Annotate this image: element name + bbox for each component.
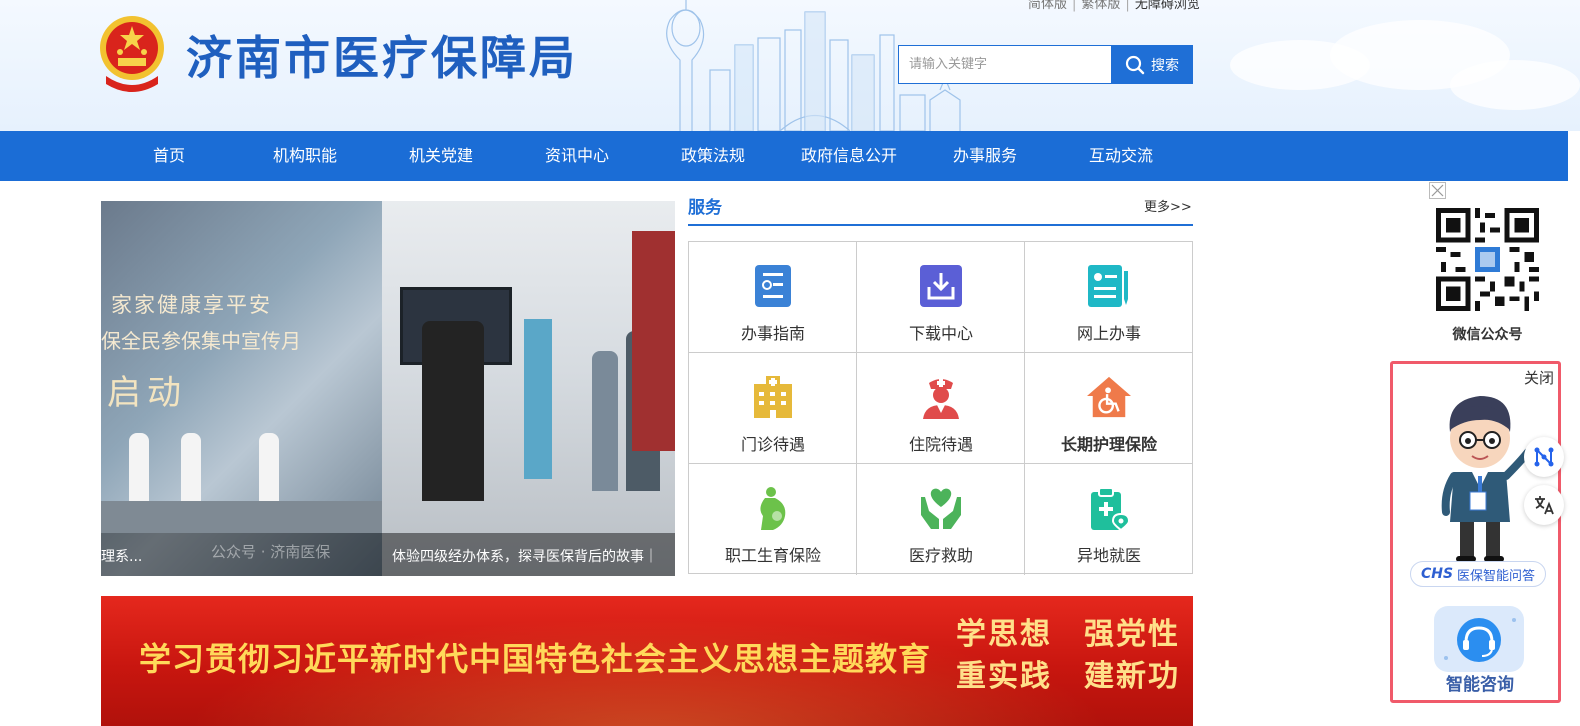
slide-text: 保全民参保集中宣传月 (101, 329, 301, 353)
nav-item-policies[interactable]: 政策法规 (645, 131, 781, 181)
clinic-icon (751, 375, 795, 419)
service-label: 门诊待遇 (740, 435, 805, 454)
network-tool-button[interactable] (1524, 437, 1564, 477)
consult-headset-icon[interactable] (1434, 606, 1524, 672)
service-item-long-term-care[interactable]: 长期护理保险 (1025, 353, 1193, 464)
service-item-outpatient[interactable]: 门诊待遇 (689, 353, 857, 464)
nav-item-interaction[interactable]: 互动交流 (1053, 131, 1189, 181)
wechat-qr-code (1436, 208, 1539, 311)
service-item-inpatient[interactable]: 住院待遇 (857, 353, 1025, 464)
simplified-chinese-link[interactable]: 简体版 (1028, 0, 1067, 12)
person-figure (422, 321, 484, 501)
search-button-label: 搜索 (1151, 57, 1179, 74)
news-carousel[interactable]: 家家健康享平安 保全民参保集中宣传月 启动 理系... 公众号 · 济南医保 体… (101, 201, 675, 576)
assistant-mascot (1441, 396, 1532, 562)
services-more-link[interactable]: 更多>> (1144, 196, 1192, 215)
nav-item-news-center[interactable]: 资讯中心 (509, 131, 645, 181)
service-label: 网上办事 (1076, 324, 1141, 343)
person-figure (129, 433, 149, 505)
service-label: 住院待遇 (908, 435, 973, 454)
service-item-maternity[interactable]: 职工生育保险 (689, 464, 857, 575)
service-label: 办事指南 (740, 324, 805, 343)
services-title: 服务 (688, 198, 722, 218)
assistant-close-button[interactable]: 关闭 (1524, 367, 1554, 388)
person-figure (181, 433, 201, 505)
online-service-icon (1087, 264, 1131, 308)
service-item-online[interactable]: 网上办事 (1025, 242, 1193, 353)
services-divider (688, 224, 1193, 226)
cloud-decoration (1450, 60, 1580, 110)
traditional-chinese-link[interactable]: 繁体版 (1081, 0, 1120, 12)
banner-slogan-line: 学思想 强党性 (956, 617, 1180, 652)
slide-photo-launch-ceremony[interactable]: 家家健康享平安 保全民参保集中宣传月 启动 (101, 201, 382, 576)
service-label: 异地就医 (1076, 546, 1141, 565)
carousel-caption-prev[interactable]: 理系... (101, 546, 142, 566)
translate-icon (1535, 496, 1554, 515)
site-title: 济南市医疗保障局 (186, 31, 578, 85)
slide-text: 启动 (107, 373, 187, 413)
person-figure (259, 433, 279, 505)
banner-slogan-line: 重实践 建新功 (956, 659, 1180, 694)
chs-logo: CHS (1420, 566, 1454, 582)
service-label: 长期护理保险 (1060, 435, 1157, 454)
service-label: 医疗救助 (908, 546, 973, 565)
search-icon (1125, 55, 1145, 74)
nav-item-info-disclosure[interactable]: 政府信息公开 (781, 131, 917, 181)
carousel-caption-current[interactable]: 体验四级经办体系，探寻医保背后的故事｜ (392, 546, 658, 566)
info-board (632, 231, 675, 451)
nav-item-functions[interactable]: 机构职能 (237, 131, 373, 181)
service-item-guide[interactable]: 办事指南 (689, 242, 857, 353)
header: 济南市医疗保障局 简体版|繁体版|无障碍浏览 搜索 (0, 0, 1580, 131)
service-item-medical-aid[interactable]: 医疗救助 (857, 464, 1025, 575)
slide-photo-service-hall[interactable] (382, 201, 675, 576)
clipboard-location-icon (1087, 486, 1131, 530)
main-nav: 首页 机构职能 机关党建 资讯中心 政策法规 政府信息公开 办事服务 互动交流 (0, 131, 1568, 181)
slide-text: 家家健康享平安 (111, 293, 272, 317)
qr-label: 微信公众号 (1452, 327, 1523, 343)
nav-item-home[interactable]: 首页 (101, 131, 237, 181)
nav-item-services[interactable]: 办事服务 (917, 131, 1053, 181)
service-item-download[interactable]: 下载中心 (857, 242, 1025, 353)
stage-floor (101, 501, 382, 533)
network-icon (1534, 447, 1554, 467)
accessibility-link[interactable]: 无障碍浏览 (1135, 0, 1200, 12)
service-item-remote-medical[interactable]: 异地就医 (1025, 464, 1193, 575)
version-links: 简体版 | 繁体版 | 无障碍浏览 (1028, 0, 1200, 12)
qr-close-button[interactable] (1429, 182, 1446, 199)
kiosk (524, 319, 552, 479)
search-button[interactable]: 搜索 (1111, 45, 1193, 84)
translate-tool-button[interactable] (1524, 485, 1564, 525)
wheelchair-icon (1087, 375, 1131, 419)
assistant-badge-text: 医保智能问答 (1457, 568, 1536, 584)
pregnancy-icon (751, 486, 795, 530)
assistant-badge[interactable]: CHS 医保智能问答 (1410, 561, 1546, 587)
banner-slogan: 学思想 强党性 重实践 建新功 (956, 614, 1180, 698)
service-label: 职工生育保险 (724, 546, 821, 565)
theme-education-banner[interactable]: 学习贯彻习近平新时代中国特色社会主义思想主题教育 学思想 强党性 重实践 建新功 (101, 596, 1193, 726)
services-grid: 办事指南 下载中心 网上办事 门诊待遇 住院待遇 长期护理保险 职工生育保险 医… (688, 241, 1193, 575)
nurse-icon (919, 375, 963, 419)
close-icon (1431, 184, 1444, 197)
search-input[interactable] (898, 45, 1112, 84)
banner-main-text: 学习贯彻习近平新时代中国特色社会主义思想主题教育 (139, 640, 932, 678)
person-figure (592, 351, 618, 491)
heart-hands-icon (919, 486, 963, 530)
smart-consult-link[interactable]: 智能咨询 (1420, 670, 1540, 695)
national-emblem-logo (100, 16, 164, 92)
guide-icon (751, 264, 795, 308)
download-icon (919, 264, 963, 308)
service-label: 下载中心 (908, 324, 973, 343)
nav-item-party-building[interactable]: 机关党建 (373, 131, 509, 181)
watermark-text: 公众号 · 济南医保 (211, 543, 331, 561)
